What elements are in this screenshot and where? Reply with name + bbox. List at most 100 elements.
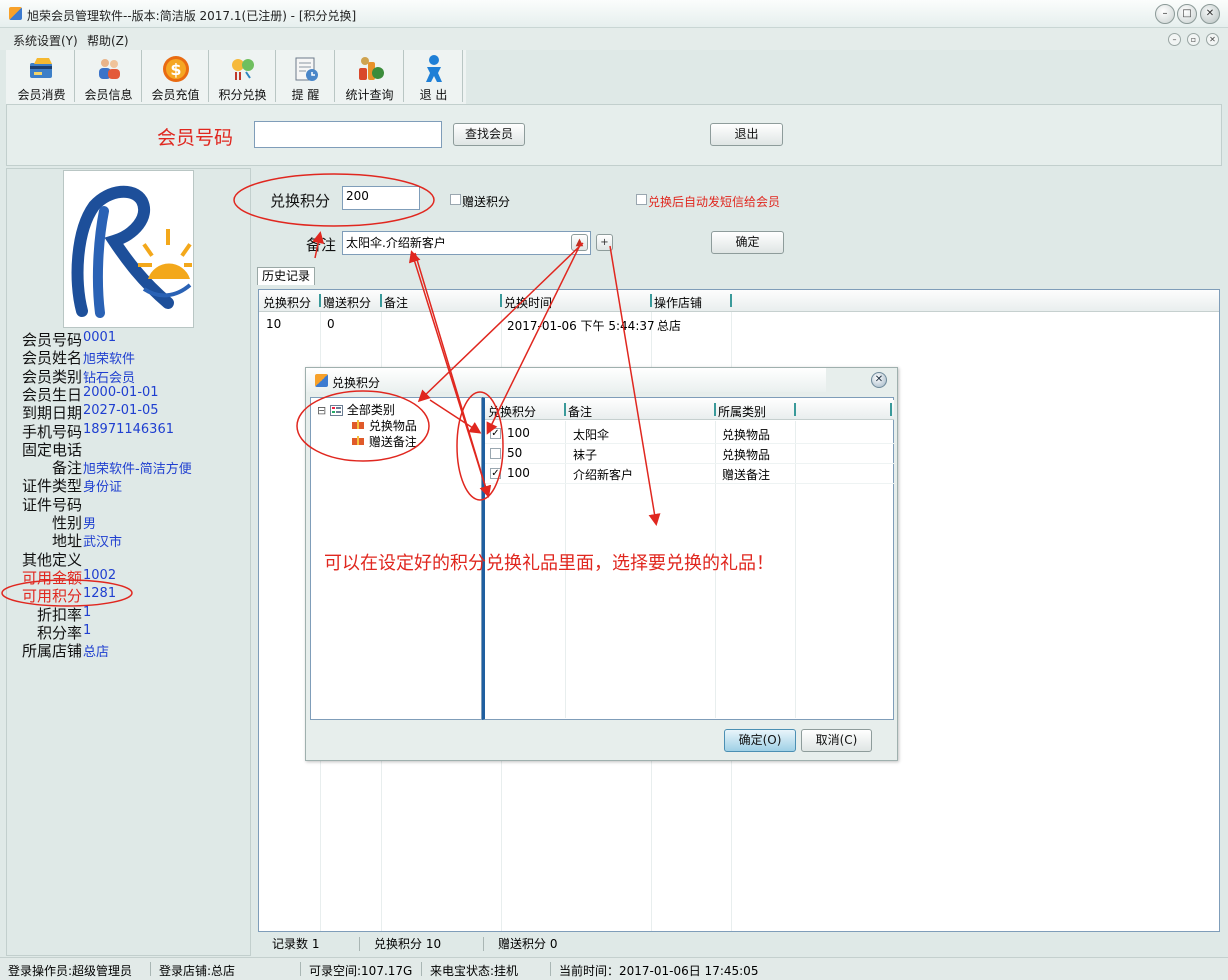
toolbar-member-consume-button[interactable]: 会员消费 bbox=[9, 50, 75, 102]
cell-store: 总店 bbox=[657, 319, 682, 333]
points-input[interactable]: 200 bbox=[342, 186, 420, 210]
dialog-close-button[interactable]: ✕ bbox=[871, 372, 887, 388]
menu-system-settings[interactable]: 系统设置(Y) bbox=[13, 32, 78, 49]
gift-category-icon bbox=[352, 420, 364, 429]
member-info-value: 钻石会员 bbox=[83, 370, 136, 386]
col-store[interactable]: 操作店铺 bbox=[654, 294, 702, 311]
gift-cell-points: 100 bbox=[507, 426, 530, 440]
gift-select-checkbox[interactable]: ✓ bbox=[490, 468, 501, 479]
member-info-row: 所属店铺 总店 bbox=[7, 640, 252, 661]
mdi-restore-button[interactable]: ▫ bbox=[1187, 33, 1200, 46]
member-info-value: 18971146361 bbox=[83, 421, 174, 437]
member-info-row: 会员姓名 旭荣软件 bbox=[7, 347, 252, 367]
column-separator bbox=[319, 294, 321, 307]
maximize-button[interactable]: □ bbox=[1177, 4, 1197, 24]
gift-points-label: 赠送积分 bbox=[462, 195, 511, 209]
gift-cell-points: 50 bbox=[507, 446, 523, 460]
member-info-row: 固定电话 bbox=[7, 439, 252, 459]
confirm-exchange-button[interactable]: 确定 bbox=[711, 231, 784, 254]
points-total: 兑换积分 10 bbox=[374, 937, 442, 951]
member-info-value: 武汉市 bbox=[83, 535, 123, 551]
gift-select-checkbox[interactable]: ✓ bbox=[490, 428, 501, 439]
member-no-label: 会员号码 bbox=[157, 127, 234, 149]
column-separator bbox=[794, 403, 796, 416]
toolbar-member-recharge-button[interactable]: $ 会员充值 bbox=[143, 50, 209, 102]
col-remark[interactable]: 备注 bbox=[568, 403, 592, 420]
col-gift-points[interactable]: 赠送积分 bbox=[323, 294, 371, 311]
member-info-row: 备注 旭荣软件-简洁方便 bbox=[7, 457, 252, 478]
col-exchange-time[interactable]: 兑换时间 bbox=[504, 294, 552, 311]
tree-root[interactable]: ⊟ 全部类别 bbox=[317, 401, 395, 418]
status-separator bbox=[550, 962, 551, 976]
points-label: 兑换积分 bbox=[270, 192, 331, 210]
member-info-value: 0001 bbox=[83, 330, 117, 345]
gift-cell-category: 赠送备注 bbox=[722, 468, 771, 482]
col-category[interactable]: 所属类别 bbox=[718, 403, 766, 420]
member-info-row: 证件号码 bbox=[7, 494, 252, 514]
gift-points-checkbox[interactable] bbox=[450, 194, 461, 205]
gift-cell-remark: 太阳伞 bbox=[573, 428, 610, 442]
title-bar: 旭荣会员管理软件--版本:简洁版 2017.1(已注册) - [积分兑换] – … bbox=[0, 0, 1228, 28]
gift-cell-remark: 袜子 bbox=[573, 448, 598, 462]
grid-rule bbox=[795, 421, 796, 718]
mdi-close-button[interactable]: ✕ bbox=[1206, 33, 1219, 46]
sms-notify-checkbox[interactable] bbox=[636, 194, 647, 205]
exit-button[interactable]: 退出 bbox=[710, 123, 783, 146]
member-no-input[interactable] bbox=[254, 121, 442, 148]
member-info-row: 会员生日 2000-01-01 bbox=[7, 384, 252, 404]
member-search-panel: 会员号码 查找会员 退出 bbox=[6, 104, 1222, 166]
tree-item-exchange-goods[interactable]: 兑换物品 bbox=[351, 417, 417, 434]
points-exchange-icon bbox=[231, 59, 254, 80]
toolbar-points-exchange-button[interactable]: 积分兑换 bbox=[210, 50, 276, 102]
col-remark[interactable]: 备注 bbox=[384, 294, 408, 311]
column-separator bbox=[730, 294, 732, 307]
cell-time: 2017-01-06 下午 5:44:37 bbox=[507, 319, 655, 333]
gift-select-checkbox[interactable] bbox=[490, 448, 501, 459]
remark-input[interactable]: 太阳伞.介绍新客户 bbox=[342, 231, 591, 255]
dollar-coin-icon: $ bbox=[162, 56, 189, 82]
close-button[interactable]: ✕ bbox=[1200, 4, 1220, 24]
dialog-ok-button[interactable]: 确定(O) bbox=[724, 729, 796, 752]
member-info-row: 证件类型 身份证 bbox=[7, 475, 252, 495]
remark-add-button[interactable]: + bbox=[596, 234, 613, 251]
member-info-label: 所属店铺 bbox=[21, 642, 82, 661]
remark-label: 备注 bbox=[306, 236, 337, 254]
dialog-cancel-button[interactable]: 取消(C) bbox=[801, 729, 872, 752]
column-separator bbox=[380, 294, 382, 307]
tree-item-gift-remarks[interactable]: 赠送备注 bbox=[351, 433, 417, 450]
tree-root-label: 全部类别 bbox=[346, 403, 395, 417]
gift-list-header: 兑换积分 备注 所属类别 bbox=[485, 400, 894, 420]
status-separator bbox=[300, 962, 301, 976]
member-info-row: 性别男 bbox=[7, 512, 252, 532]
menu-help[interactable]: 帮助(Z) bbox=[87, 32, 129, 49]
status-separator bbox=[421, 962, 422, 976]
window-title: 旭荣会员管理软件--版本:简洁版 2017.1(已注册) - [积分兑换] bbox=[27, 9, 357, 23]
col-points[interactable]: 兑换积分 bbox=[263, 294, 311, 311]
member-info-value: 旭荣软件-简洁方便 bbox=[83, 462, 192, 478]
mdi-minimize-button[interactable]: – bbox=[1168, 33, 1181, 46]
toolbar-reminder-button[interactable]: 提 醒 bbox=[277, 50, 335, 102]
col-points[interactable]: 兑换积分 bbox=[488, 403, 536, 420]
toolbar-statistics-button[interactable]: 统计查询 bbox=[336, 50, 404, 102]
remark-pick-button[interactable]: ▲ bbox=[571, 234, 588, 251]
member-info-value: 1 bbox=[83, 622, 92, 638]
exit-person-icon bbox=[425, 55, 442, 82]
gift-category-icon bbox=[352, 436, 364, 445]
status-bar: 登录操作员:超级管理员 登录店铺:总店 可录空间:107.17G 来电宝状态:挂… bbox=[0, 957, 1228, 980]
member-info-value: 2000-01-01 bbox=[83, 384, 159, 400]
member-info-value: 1002 bbox=[83, 567, 117, 583]
minimize-button[interactable]: – bbox=[1155, 4, 1175, 24]
app-logo-icon bbox=[9, 7, 22, 20]
grid-rule bbox=[485, 463, 894, 464]
column-separator bbox=[890, 403, 892, 416]
member-info-row: 可用金额 1002 bbox=[7, 567, 252, 587]
toolbar-member-info-button[interactable]: 会员信息 bbox=[76, 50, 142, 102]
gift-cell-category: 兑换物品 bbox=[722, 448, 771, 462]
collapse-toggle-icon[interactable]: ⊟ bbox=[317, 404, 326, 417]
column-separator bbox=[714, 403, 716, 416]
cell-gift: 0 bbox=[327, 317, 335, 331]
members-icon bbox=[98, 59, 120, 79]
toolbar-exit-button[interactable]: 退 出 bbox=[405, 50, 463, 102]
tab-history[interactable]: 历史记录 bbox=[257, 267, 315, 285]
find-member-button[interactable]: 查找会员 bbox=[453, 123, 525, 146]
